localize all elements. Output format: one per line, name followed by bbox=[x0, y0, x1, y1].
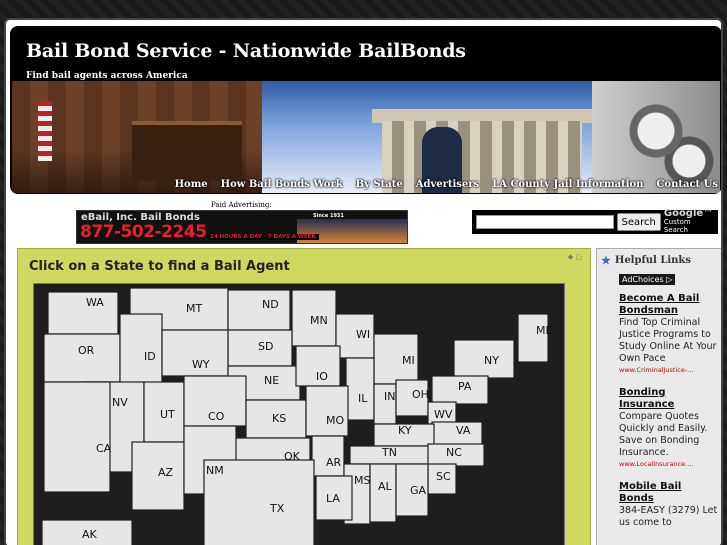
state-label-ms[interactable]: MS bbox=[354, 474, 370, 487]
nav-home[interactable]: Home bbox=[175, 179, 208, 190]
box-controls-icon[interactable]: ◆ ▢ bbox=[568, 253, 582, 261]
state-ca[interactable] bbox=[43, 381, 111, 493]
state-label-nd[interactable]: ND bbox=[262, 298, 279, 311]
ad-phone: 877-502-2245 bbox=[80, 222, 207, 242]
state-label-io[interactable]: IO bbox=[316, 370, 328, 383]
state-label-mn[interactable]: MN bbox=[310, 314, 328, 327]
ad-hours: 24 HOURS A DAY · 7 DAYS A WEEK bbox=[207, 234, 319, 240]
state-al[interactable] bbox=[369, 463, 397, 523]
city-skyline-image bbox=[297, 219, 407, 243]
sidebar-ad[interactable]: Become A Bail Bondsman Find Top Criminal… bbox=[619, 293, 719, 375]
state-label-me[interactable]: ME bbox=[536, 324, 552, 337]
state-label-wv[interactable]: WV bbox=[434, 408, 453, 421]
site-header: Bail Bond Service - Nationwide BailBonds… bbox=[10, 26, 721, 194]
nav-by-state[interactable]: By State bbox=[356, 179, 403, 190]
sidebar-ad-title[interactable]: Mobile Bail Bonds bbox=[619, 481, 719, 505]
state-label-nc[interactable]: NC bbox=[446, 446, 462, 459]
state-mo[interactable] bbox=[305, 385, 349, 437]
state-wa[interactable] bbox=[47, 291, 119, 335]
sidebar-ad-url[interactable]: www.CriminalJustice-... bbox=[619, 365, 719, 375]
state-label-in[interactable]: IN bbox=[384, 390, 395, 403]
sidebar-ad[interactable]: Mobile Bail Bonds 384-EASY (3279) Let us… bbox=[619, 481, 719, 529]
helpful-links-title: ★ Helpful Links bbox=[601, 254, 691, 267]
site-title[interactable]: Bail Bond Service - Nationwide BailBonds bbox=[26, 40, 466, 62]
page: Bail Bond Service - Nationwide BailBonds… bbox=[4, 18, 723, 545]
state-label-tn[interactable]: TN bbox=[381, 446, 397, 459]
helpful-links-sidebar: ★ Helpful Links AdChoices ▷ Become A Bai… bbox=[596, 248, 721, 545]
sidebar-ads: AdChoices ▷ Become A Bail Bondsman Find … bbox=[619, 267, 719, 545]
state-il[interactable] bbox=[345, 357, 375, 421]
state-label-tx[interactable]: TX bbox=[269, 502, 285, 515]
google-search-box: Search Google™ Custom Search bbox=[472, 208, 718, 235]
state-label-il[interactable]: IL bbox=[358, 392, 368, 405]
state-label-pa[interactable]: PA bbox=[458, 380, 472, 393]
main-nav: Home How Bail Bonds Work By State Advert… bbox=[175, 174, 718, 194]
us-state-map: WA MT ND MN ME OR ID SD WI MI NY WY NE IO PA NV UT CO KS IL… bbox=[33, 283, 565, 545]
flag-image bbox=[38, 101, 52, 161]
state-label-sd[interactable]: SD bbox=[258, 340, 273, 353]
state-label-az[interactable]: AZ bbox=[158, 466, 174, 479]
nav-how-bail-bonds-work[interactable]: How Bail Bonds Work bbox=[221, 179, 343, 190]
state-label-ar[interactable]: AR bbox=[326, 456, 342, 469]
state-label-ga[interactable]: GA bbox=[410, 484, 427, 497]
state-label-ne[interactable]: NE bbox=[264, 374, 279, 387]
sidebar-ad-description: Find Top Criminal Justice Programs to St… bbox=[619, 317, 717, 364]
sidebar-ad-description: 384-EASY (3279) Let us come to bbox=[619, 505, 718, 528]
paid-advertising-label: Paid Advertising: bbox=[211, 201, 272, 209]
state-label-ks[interactable]: KS bbox=[272, 412, 286, 425]
google-logo: Google™ bbox=[663, 208, 714, 219]
state-label-al[interactable]: AL bbox=[378, 480, 393, 493]
site-tagline: Find bail agents across America bbox=[26, 71, 188, 81]
nav-advertisers[interactable]: Advertisers bbox=[416, 179, 480, 190]
helpful-links-label: Helpful Links bbox=[614, 255, 691, 266]
state-label-mi[interactable]: MI bbox=[402, 354, 415, 367]
sidebar-ad-title[interactable]: Become A Bail Bondsman bbox=[619, 293, 719, 317]
sidebar-ad[interactable]: Bonding Insurance Compare Quotes Quickly… bbox=[619, 387, 719, 469]
ebail-ad-banner[interactable]: eBail, Inc. Bail Bonds Since 1931 877-50… bbox=[76, 210, 408, 244]
state-label-la[interactable]: LA bbox=[326, 492, 340, 505]
state-label-va[interactable]: VA bbox=[456, 424, 471, 437]
state-label-ut[interactable]: UT bbox=[160, 408, 175, 421]
map-heading: Click on a State to find a Bail Agent bbox=[29, 259, 290, 274]
state-label-nv[interactable]: NV bbox=[112, 396, 128, 409]
custom-search-label: Custom Search bbox=[663, 218, 691, 234]
search-input[interactable] bbox=[476, 215, 614, 229]
sidebar-ad-url[interactable]: www.LocalInsurance.... bbox=[619, 459, 719, 469]
state-label-nm[interactable]: NM bbox=[206, 464, 224, 477]
nav-la-county-jail-information[interactable]: LA County Jail Information bbox=[492, 179, 643, 190]
state-label-ok[interactable]: OK bbox=[284, 450, 301, 463]
star-icon: ★ bbox=[601, 254, 611, 267]
state-map-box: Click on a State to find a Bail Agent ◆ … bbox=[17, 248, 591, 545]
state-label-co[interactable]: CO bbox=[208, 410, 225, 423]
state-label-sc[interactable]: SC bbox=[436, 470, 451, 483]
state-label-ak[interactable]: AK bbox=[82, 528, 98, 541]
state-or[interactable] bbox=[43, 333, 121, 383]
state-me[interactable] bbox=[517, 313, 549, 363]
adchoices-badge[interactable]: AdChoices ▷ bbox=[619, 274, 676, 285]
state-label-id[interactable]: ID bbox=[144, 350, 156, 363]
state-nd[interactable] bbox=[227, 289, 291, 331]
nav-contact-us[interactable]: Contact Us bbox=[656, 179, 718, 190]
state-label-wi[interactable]: WI bbox=[356, 328, 370, 341]
search-button[interactable]: Search bbox=[616, 213, 661, 231]
state-label-ky[interactable]: KY bbox=[398, 424, 412, 437]
state-label-mo[interactable]: MO bbox=[326, 414, 344, 427]
sidebar-ad-title[interactable]: Bonding Insurance bbox=[619, 387, 719, 411]
state-label-or[interactable]: OR bbox=[78, 344, 95, 357]
state-label-ny[interactable]: NY bbox=[484, 354, 499, 367]
state-label-mt[interactable]: MT bbox=[186, 302, 202, 315]
state-label-wy[interactable]: WY bbox=[192, 358, 210, 371]
state-label-wa[interactable]: WA bbox=[86, 296, 104, 309]
sidebar-ad-description: Compare Quotes Quickly and Easily. Save … bbox=[619, 411, 708, 458]
state-label-ca[interactable]: CA bbox=[96, 442, 112, 455]
google-custom-search-logo: Google™ Custom Search bbox=[663, 208, 716, 235]
judge-bench-image bbox=[132, 121, 242, 181]
state-label-oh[interactable]: OH bbox=[412, 388, 429, 401]
us-map-svg: WA MT ND MN ME OR ID SD WI MI NY WY NE IO PA NV UT CO KS IL… bbox=[41, 287, 552, 545]
